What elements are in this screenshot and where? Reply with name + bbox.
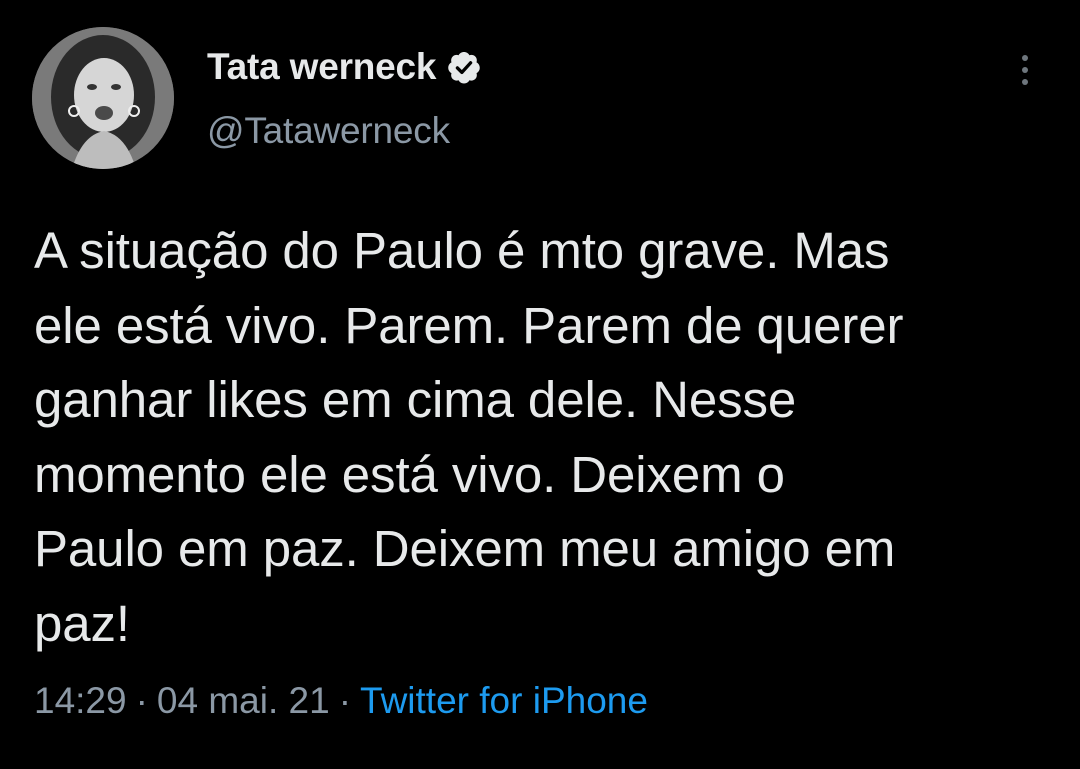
tweet-time[interactable]: 14:29: [34, 680, 127, 721]
tweet-card: Tata werneck @Tatawerneck A situação do …: [0, 0, 1080, 769]
more-dot: [1022, 55, 1028, 61]
profile-photo-icon: [32, 27, 174, 169]
user-handle[interactable]: @Tatawerneck: [207, 110, 482, 152]
meta-separator: ·: [135, 680, 148, 721]
tweet-meta: 14:29 · 04 mai. 21 · Twitter for iPhone: [34, 680, 648, 722]
more-vertical-icon[interactable]: [1010, 50, 1040, 90]
author-block: Tata werneck @Tatawerneck: [207, 42, 482, 152]
tweet-text: A situação do Paulo é mto grave. Mas ele…: [34, 222, 904, 652]
more-dot: [1022, 79, 1028, 85]
meta-separator: ·: [338, 680, 352, 721]
name-row: Tata werneck: [207, 42, 482, 92]
verified-badge-icon: [446, 49, 482, 85]
avatar[interactable]: [32, 27, 174, 169]
display-name[interactable]: Tata werneck: [207, 46, 437, 88]
tweet-date[interactable]: 04 mai. 21: [157, 680, 330, 721]
tweet-source-link[interactable]: Twitter for iPhone: [360, 680, 648, 721]
more-dot: [1022, 67, 1028, 73]
